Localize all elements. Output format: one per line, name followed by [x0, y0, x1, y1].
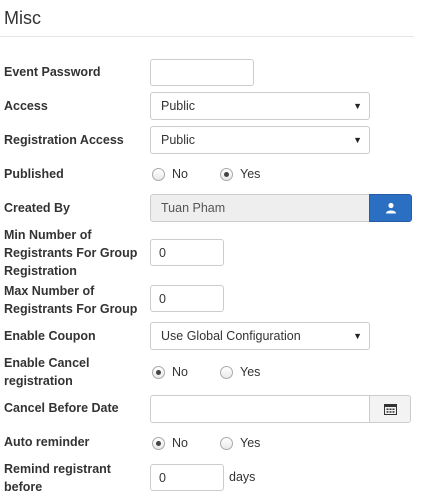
min-registrants-label: Min Number of Registrants For Group Regi… [4, 228, 138, 278]
auto-reminder-label: Auto reminder [4, 435, 90, 449]
enable-cancel-yes-radio[interactable]: Yes [220, 365, 260, 379]
published-no-label: No [172, 167, 188, 181]
radio-unchecked-icon [220, 436, 233, 450]
user-icon [385, 202, 396, 214]
auto-reminder-no-label: No [172, 436, 188, 450]
published-no-radio[interactable]: No [152, 167, 188, 181]
published-yes-label: Yes [240, 167, 261, 181]
calendar-button[interactable] [369, 395, 411, 423]
section-divider [0, 36, 414, 37]
caret-down-icon: ▼ [353, 135, 362, 145]
section-title: Misc [4, 8, 41, 28]
registration-access-select[interactable]: Public ▼ [150, 126, 370, 154]
remind-before-label: Remind registrant before [4, 462, 111, 494]
remind-before-input[interactable] [150, 464, 224, 491]
radio-unchecked-icon [152, 167, 165, 181]
created-by-label: Created By [4, 201, 70, 215]
radio-checked-icon [152, 436, 165, 450]
enable-coupon-select-value: Use Global Configuration [161, 329, 301, 343]
access-label: Access [4, 99, 48, 113]
auto-reminder-yes-label: Yes [240, 436, 261, 450]
caret-down-icon: ▼ [353, 101, 362, 111]
registration-access-select-value: Public [161, 133, 196, 147]
calendar-icon [383, 404, 397, 415]
published-label: Published [4, 167, 64, 181]
enable-cancel-yes-label: Yes [240, 365, 261, 379]
auto-reminder-no-radio[interactable]: No [152, 436, 188, 450]
cancel-before-date-input[interactable] [150, 395, 370, 423]
enable-coupon-label: Enable Coupon [4, 329, 96, 343]
enable-cancel-no-radio[interactable]: No [152, 365, 188, 379]
published-yes-radio[interactable]: Yes [220, 167, 260, 181]
caret-down-icon: ▼ [353, 331, 362, 341]
registration-access-label: Registration Access [4, 133, 124, 147]
event-password-label: Event Password [4, 65, 101, 79]
radio-checked-icon [152, 365, 165, 379]
max-registrants-input[interactable] [150, 285, 224, 312]
max-registrants-label: Max Number of Registrants For Group [4, 284, 138, 316]
auto-reminder-yes-radio[interactable]: Yes [220, 436, 260, 450]
access-select-value: Public [161, 99, 196, 113]
min-registrants-input[interactable] [150, 239, 224, 266]
created-by-field: Tuan Pham [150, 194, 370, 222]
enable-cancel-label: Enable Cancel registration [4, 356, 90, 388]
radio-checked-icon [220, 167, 233, 181]
cancel-before-date-label: Cancel Before Date [4, 401, 119, 415]
select-user-button[interactable] [369, 194, 412, 222]
access-select[interactable]: Public ▼ [150, 92, 370, 120]
event-password-input[interactable] [150, 59, 254, 86]
radio-unchecked-icon [220, 365, 233, 379]
days-suffix: days [229, 470, 256, 484]
enable-cancel-no-label: No [172, 365, 188, 379]
enable-coupon-select[interactable]: Use Global Configuration ▼ [150, 322, 370, 350]
